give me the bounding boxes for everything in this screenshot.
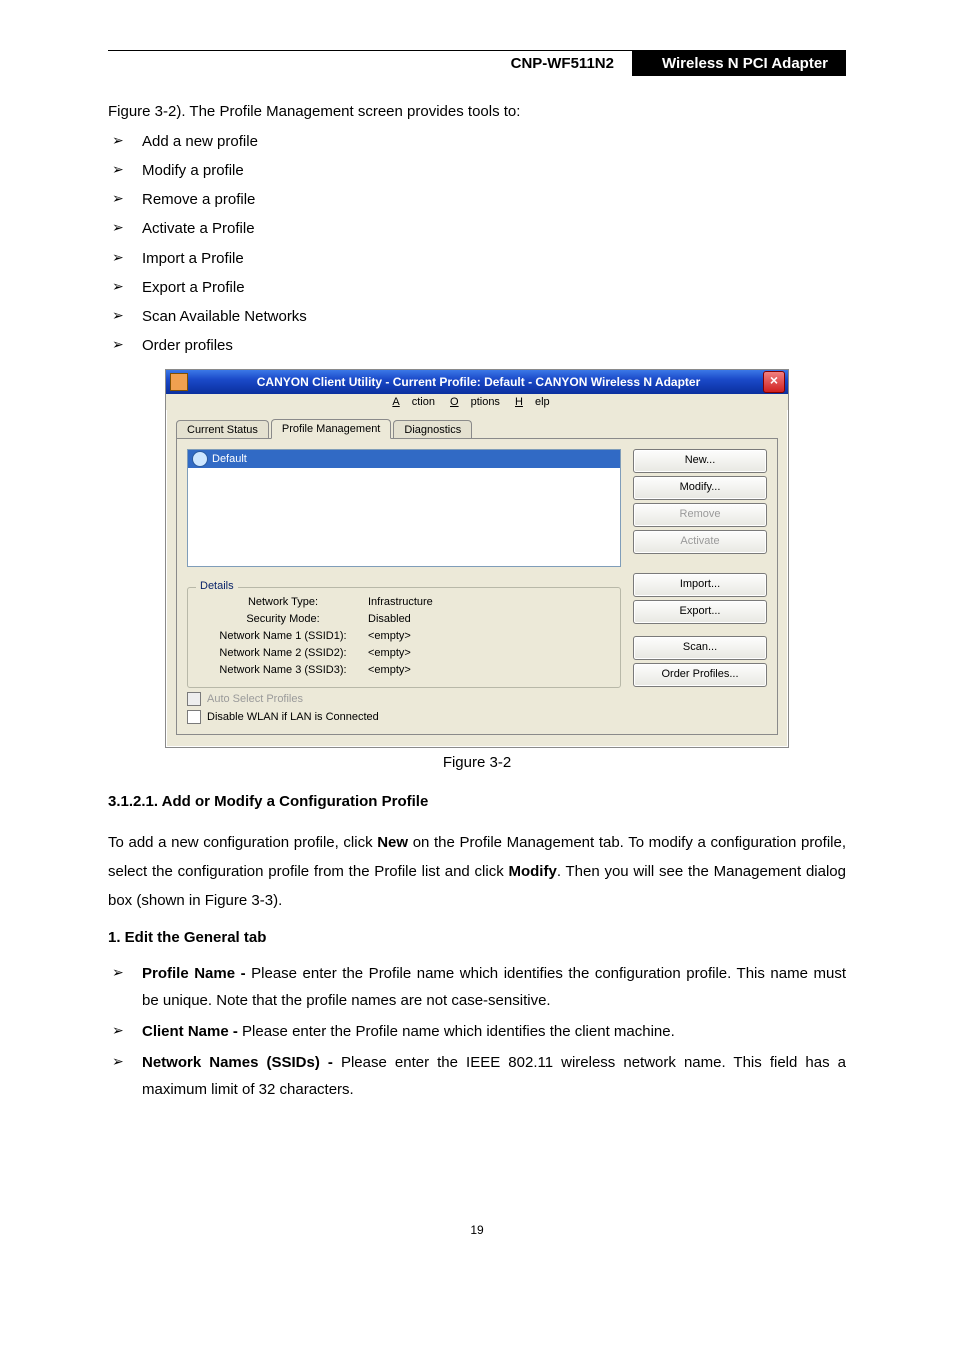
menu-action[interactable]: Action [392, 396, 435, 408]
tools-item: Import a Profile [142, 250, 244, 267]
tools-item: Activate a Profile [142, 220, 255, 237]
profile-item-label: Default [212, 453, 247, 465]
remove-button[interactable]: Remove [633, 503, 767, 527]
scan-button[interactable]: Scan... [633, 636, 767, 660]
order-profiles-button[interactable]: Order Profiles... [633, 663, 767, 687]
new-button[interactable]: New... [633, 449, 767, 473]
tools-item: Scan Available Networks [142, 308, 307, 325]
tab-diagnostics[interactable]: Diagnostics [393, 420, 472, 439]
bullet-icon: ➢ [112, 1018, 124, 1043]
detail-val: Disabled [368, 611, 411, 628]
bullet-icon: ➢ [112, 244, 124, 271]
page-header: CNP-WF511N2 Wireless N PCI Adapter [108, 50, 846, 76]
header-model: CNP-WF511N2 [493, 51, 632, 76]
window-title: CANYON Client Utility - Current Profile:… [194, 375, 763, 389]
disable-wlan-checkbox[interactable]: Disable WLAN if LAN is Connected [187, 710, 621, 724]
checkbox-icon [187, 692, 201, 706]
modify-button[interactable]: Modify... [633, 476, 767, 500]
tools-list: ➢ Add a new profile ➢ Modify a profile ➢ Re… [108, 127, 846, 361]
detail-key: Network Name 3 (SSID3): [198, 662, 368, 679]
details-groupbox: Details Network Type:Infrastructure Secu… [187, 587, 621, 688]
detail-val: <empty> [368, 628, 411, 645]
tools-item: Order profiles [142, 337, 233, 354]
section-heading: 3.1.2.1. Add or Modify a Configuration P… [108, 793, 846, 810]
profile-item-default[interactable]: Default [188, 450, 620, 468]
detail-key: Network Name 1 (SSID1): [198, 628, 368, 645]
bullet-icon: ➢ [112, 185, 124, 212]
bullet-icon: ➢ [112, 302, 124, 329]
figure-caption: Figure 3-2 [108, 754, 846, 771]
bullet-icon: ➢ [112, 156, 124, 183]
intro-text: Figure 3-2). The Profile Management scre… [108, 98, 846, 127]
bullet-icon: ➢ [112, 960, 124, 985]
bullet-label: Profile Name - [142, 965, 251, 982]
page-number: 19 [108, 1223, 846, 1237]
titlebar[interactable]: CANYON Client Utility - Current Profile:… [166, 370, 788, 394]
bullet-label: Client Name - [142, 1023, 242, 1040]
paragraph: To add a new configuration profile, clic… [108, 828, 846, 916]
tools-item: Modify a profile [142, 162, 244, 179]
close-button[interactable]: × [763, 371, 785, 393]
auto-select-checkbox: Auto Select Profiles [187, 692, 621, 706]
sub-bullet-list: ➢ Profile Name - Please enter the Profil… [108, 960, 846, 1103]
bullet-label: Network Names (SSIDs) - [142, 1054, 341, 1071]
bullet-icon: ➢ [112, 1049, 124, 1074]
disable-wlan-label: Disable WLAN if LAN is Connected [207, 711, 379, 723]
app-icon [170, 373, 188, 391]
bullet-icon: ➢ [112, 331, 124, 358]
detail-val: <empty> [368, 662, 411, 679]
tab-pane: Default New... Modify... Remove Activate [176, 438, 778, 735]
bullet-icon: ➢ [112, 214, 124, 241]
detail-key: Security Mode: [198, 611, 368, 628]
bullet-text: Please enter the Profile name which iden… [242, 1023, 675, 1040]
detail-val: <empty> [368, 645, 411, 662]
profile-icon [192, 451, 208, 467]
activate-button[interactable]: Activate [633, 530, 767, 554]
menubar[interactable]: Action Options Help [166, 394, 788, 410]
export-button[interactable]: Export... [633, 600, 767, 624]
menu-options[interactable]: Options [450, 396, 500, 408]
tools-item: Export a Profile [142, 279, 245, 296]
details-legend: Details [196, 580, 238, 592]
tools-item: Add a new profile [142, 133, 258, 150]
auto-select-label: Auto Select Profiles [207, 693, 303, 705]
profile-list[interactable]: Default [187, 449, 621, 567]
close-icon: × [770, 372, 778, 388]
bullet-icon: ➢ [112, 127, 124, 154]
numbered-heading: 1. Edit the General tab [108, 929, 846, 946]
detail-val: Infrastructure [368, 594, 433, 611]
tab-current-status[interactable]: Current Status [176, 420, 269, 439]
menu-help[interactable]: Help [515, 396, 550, 408]
tools-item: Remove a profile [142, 191, 255, 208]
detail-key: Network Type: [198, 594, 368, 611]
bullet-icon: ➢ [112, 273, 124, 300]
tab-profile-management[interactable]: Profile Management [271, 419, 391, 439]
tabstrip: Current Status Profile Management Diagno… [176, 416, 778, 438]
app-window: CANYON Client Utility - Current Profile:… [165, 369, 789, 748]
detail-key: Network Name 2 (SSID2): [198, 645, 368, 662]
import-button[interactable]: Import... [633, 573, 767, 597]
checkbox-icon[interactable] [187, 710, 201, 724]
header-product: Wireless N PCI Adapter [632, 51, 846, 76]
